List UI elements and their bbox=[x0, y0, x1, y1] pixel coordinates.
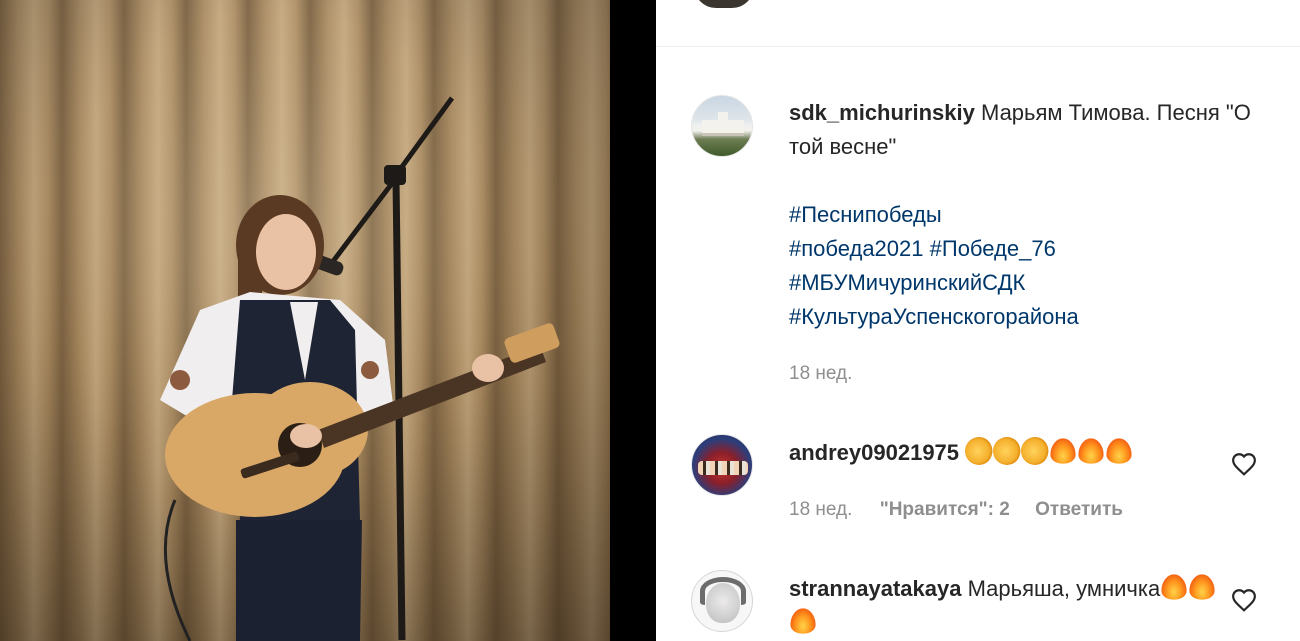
fire-icon bbox=[1189, 574, 1215, 600]
media-letterbox bbox=[610, 0, 656, 641]
like-heart-icon[interactable] bbox=[1231, 452, 1257, 476]
comment-username[interactable]: strannayatakaya bbox=[789, 576, 961, 601]
post-timestamp[interactable]: 18 нед. bbox=[789, 363, 852, 385]
post-author-avatar[interactable] bbox=[691, 95, 753, 157]
post-media[interactable] bbox=[0, 0, 610, 641]
comment-item: andrey09021975 bbox=[789, 436, 1133, 470]
post-author-username[interactable]: sdk_michurinskiy bbox=[789, 100, 975, 125]
hashtag-link[interactable]: #Песнипобеды bbox=[789, 198, 1269, 232]
clapping-hands-icon bbox=[993, 437, 1022, 465]
clapping-hands-icon bbox=[1021, 437, 1050, 465]
clapping-hands-icon bbox=[965, 437, 994, 465]
hashtag-link[interactable]: #Победе_76 bbox=[930, 236, 1056, 261]
comment-username[interactable]: andrey09021975 bbox=[789, 440, 959, 465]
comment-avatar[interactable] bbox=[691, 570, 753, 632]
like-heart-icon[interactable] bbox=[1231, 588, 1257, 612]
hashtag-link[interactable]: #КультураУспенскогорайона bbox=[789, 300, 1269, 334]
post-caption: sdk_michurinskiy Марьям Тимова. Песня "О… bbox=[789, 96, 1269, 164]
comment-text: Марьяша, умничка bbox=[967, 576, 1161, 601]
performer-illustration bbox=[160, 96, 560, 641]
comment-emojis bbox=[965, 437, 1133, 465]
comment-item: strannayatakaya Марьяша, умничка bbox=[789, 572, 1219, 640]
comment-likes-count[interactable]: "Нравится": 2 bbox=[880, 499, 1010, 520]
fire-icon bbox=[1161, 574, 1187, 600]
fire-icon bbox=[790, 608, 816, 634]
hashtag-link[interactable]: #победа2021 bbox=[789, 236, 924, 261]
comment-meta: 18 нед. "Нравится": 2 Ответить bbox=[789, 499, 1123, 521]
fire-icon bbox=[1078, 438, 1104, 464]
comment-timestamp[interactable]: 18 нед. bbox=[789, 499, 852, 520]
comment-avatar[interactable] bbox=[691, 434, 753, 496]
comments-panel: sdk_michurinskiy Марьям Тимова. Песня "О… bbox=[656, 0, 1300, 641]
fire-icon bbox=[1050, 438, 1076, 464]
fire-icon bbox=[1106, 438, 1132, 464]
hashtag-link[interactable]: #МБУМичуринскийСДК bbox=[789, 266, 1269, 300]
reply-button[interactable]: Ответить bbox=[1035, 499, 1123, 520]
header-divider bbox=[656, 46, 1300, 47]
post-hashtags: #Песнипобеды #победа2021 #Победе_76 #МБУ… bbox=[789, 198, 1269, 334]
header-avatar[interactable] bbox=[694, 0, 754, 8]
